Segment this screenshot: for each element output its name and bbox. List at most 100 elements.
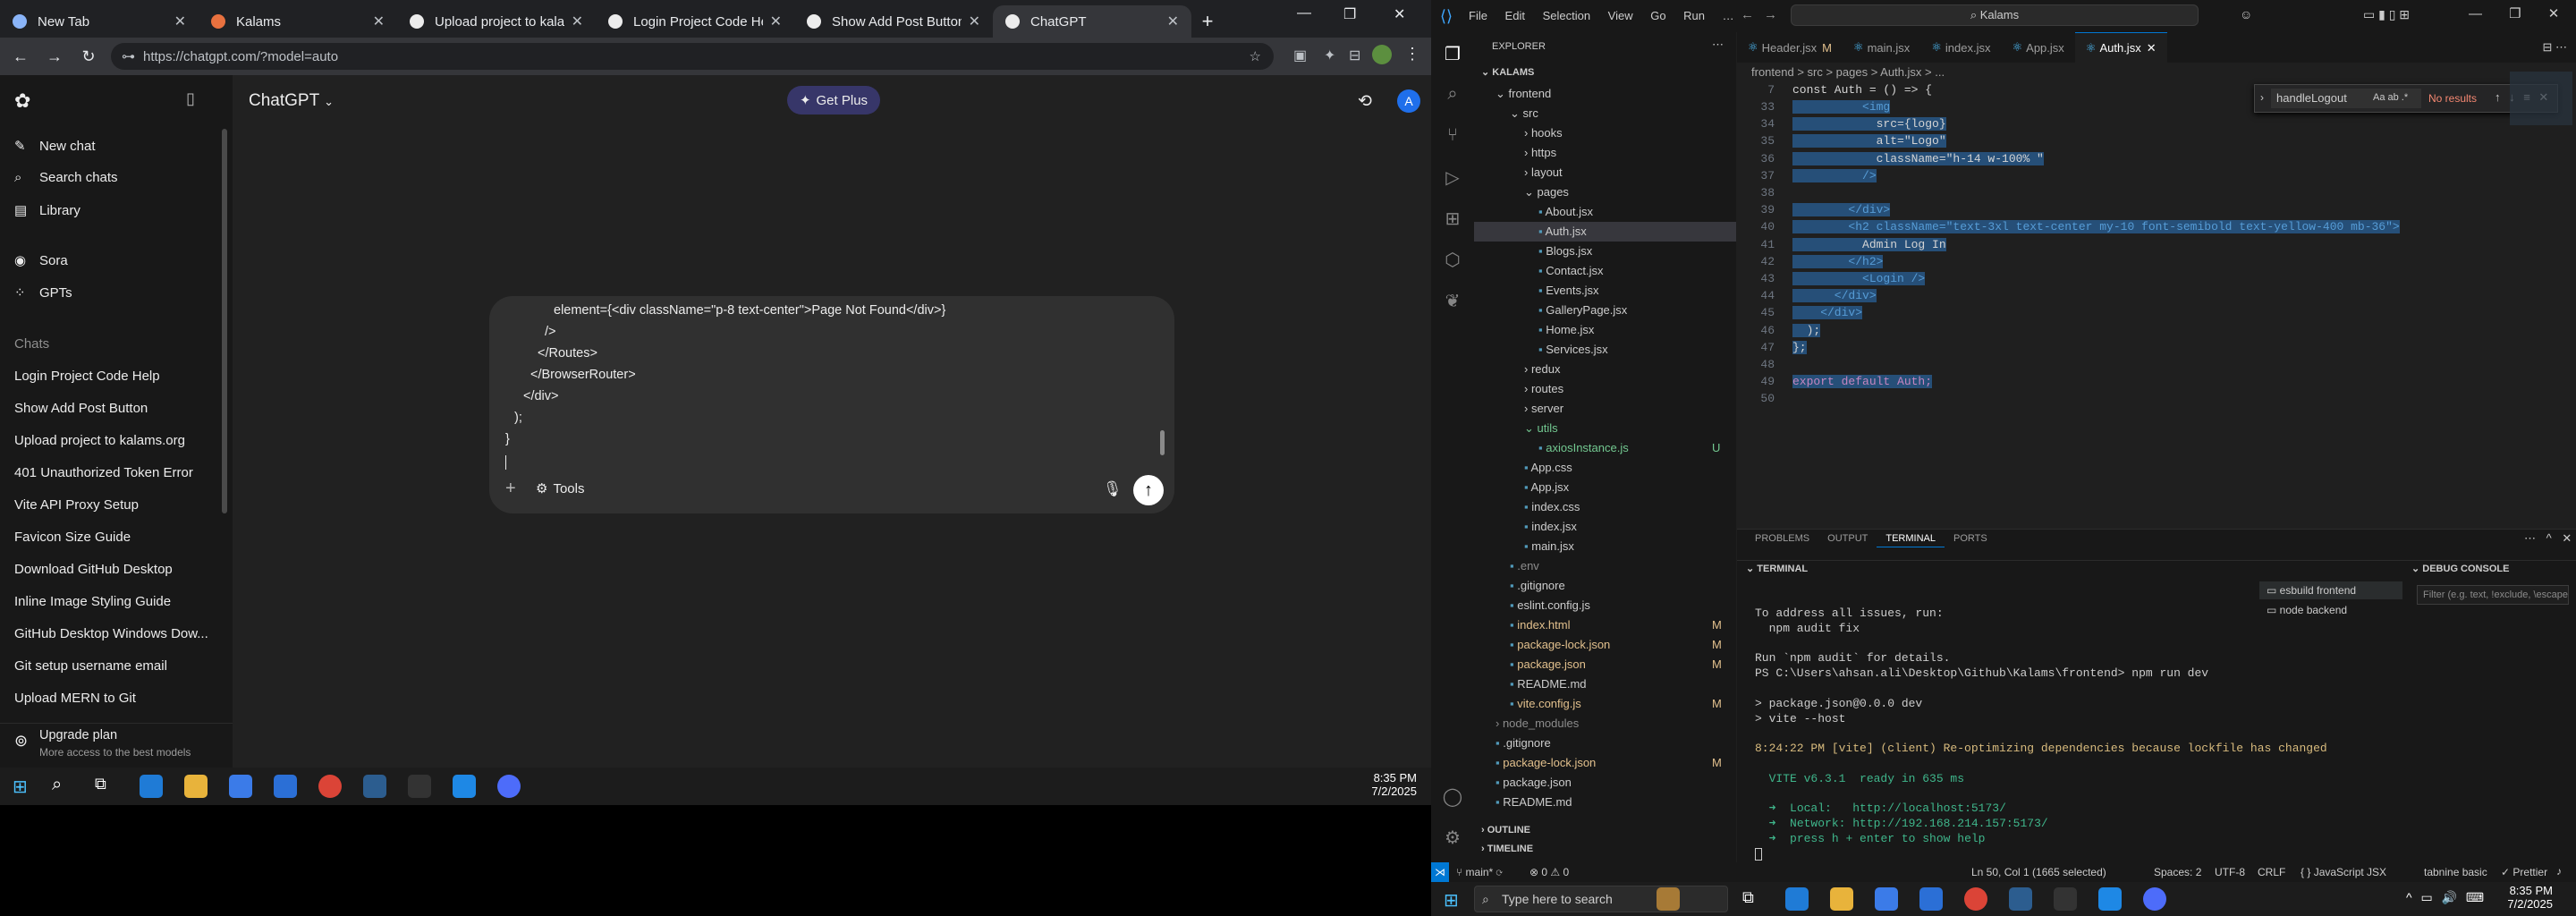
menu-kebab-icon[interactable]: ⋮	[1404, 45, 1420, 64]
language-mode[interactable]: { } JavaScript JSX	[2301, 866, 2386, 878]
close-icon[interactable]: ✕	[969, 13, 980, 30]
tree-item[interactable]: ⌄ pages	[1524, 185, 1569, 199]
library-button[interactable]: ▤ Library	[14, 202, 80, 219]
tree-item[interactable]: ⌄ src	[1510, 106, 1538, 121]
line-endings[interactable]: CRLF	[2258, 866, 2285, 878]
problems-count[interactable]: ⊗ 0 ⚠ 0	[1530, 866, 1569, 878]
mail-icon[interactable]	[274, 775, 297, 798]
tree-item[interactable]: ▪ .env	[1510, 559, 1539, 572]
chevron-right-icon[interactable]: ›	[2260, 91, 2264, 104]
terminal-icon[interactable]	[408, 775, 431, 798]
run-debug-icon[interactable]: ▷	[1442, 166, 1463, 188]
sidebar-scrollbar[interactable]	[222, 129, 227, 513]
tree-item[interactable]: ▪ README.md	[1496, 795, 1572, 809]
get-plus-button[interactable]: ✦ Get Plus	[787, 86, 880, 114]
account-avatar[interactable]: A	[1397, 89, 1420, 113]
send-button[interactable]: ↑	[1133, 475, 1164, 505]
tree-item[interactable]: ▪ About.jsx	[1538, 205, 1593, 218]
window-control-button[interactable]: —	[1297, 5, 1311, 21]
tree-item[interactable]: › redux	[1524, 362, 1560, 376]
site-info-icon[interactable]: ⊶	[122, 48, 135, 64]
chat-history-item[interactable]: Show Add Post Button	[14, 401, 148, 416]
find-options-icons[interactable]: Aa ab .*	[2373, 92, 2408, 103]
panel-tab[interactable]: TERMINAL	[1877, 530, 1945, 547]
reload-icon[interactable]: ↻	[75, 47, 102, 66]
timeline-section[interactable]: › TIMELINE	[1481, 844, 1533, 854]
breadcrumb[interactable]: frontend > src > pages > Auth.jsx > ...	[1751, 65, 1945, 79]
chat-history-item[interactable]: GitHub Desktop Windows Dow...	[14, 626, 208, 641]
panel-tab[interactable]: PORTS	[1945, 530, 1996, 547]
manage-gear-icon[interactable]: ⚙	[1442, 827, 1463, 848]
tree-item[interactable]: ▪ main.jsx	[1524, 539, 1574, 553]
chat-history-item[interactable]: Download GitHub Desktop	[14, 562, 173, 577]
remote-explorer-icon[interactable]: ⬡	[1442, 249, 1463, 270]
search-icon[interactable]: ⌕	[1442, 84, 1463, 106]
tree-item[interactable]: ▪ package.json	[1496, 776, 1572, 789]
github-desktop-icon[interactable]	[363, 775, 386, 798]
tree-item[interactable]: ▪ index.css	[1524, 500, 1580, 513]
microphone-icon[interactable]: 🎙	[1103, 480, 1123, 498]
extensions-icon[interactable]: ⊞	[1442, 208, 1463, 229]
url-input[interactable]: ⊶ https://chatgpt.com/?model=auto ☆	[111, 43, 1274, 70]
temporary-chat-icon[interactable]: ⟲	[1358, 91, 1372, 112]
nav-forward-icon[interactable]: →	[1764, 7, 1777, 22]
browser-tab[interactable]: Upload project to kalams.org ✕	[397, 5, 596, 38]
editor-tab[interactable]: ⚛ main.jsx	[1843, 32, 1920, 63]
tree-item[interactable]: ▪ eslint.config.js	[1510, 598, 1590, 612]
store-icon[interactable]	[229, 775, 252, 798]
prettier-status[interactable]: ✓ Prettier	[2501, 866, 2547, 878]
tools-button[interactable]: ⚙ Tools	[536, 480, 584, 496]
more-actions-icon[interactable]: ⋯	[1712, 38, 1724, 52]
profile-avatar[interactable]	[1372, 45, 1392, 64]
editor-tab[interactable]: ⚛ App.jsx	[2002, 32, 2075, 63]
chat-history-item[interactable]: Login Project Code Help	[14, 369, 160, 384]
vscode-icon[interactable]	[2098, 887, 2122, 911]
source-control-icon[interactable]: ⑂	[1442, 125, 1463, 147]
github-desktop-icon[interactable]	[2009, 887, 2032, 911]
file-explorer-icon[interactable]	[184, 775, 208, 798]
notifications-bell-icon[interactable]: ♪	[2556, 865, 2562, 878]
store-icon[interactable]	[1875, 887, 1898, 911]
search-icon[interactable]: ⌕	[52, 775, 62, 795]
chrome-icon[interactable]	[318, 775, 342, 798]
close-icon[interactable]: ✕	[2147, 41, 2157, 55]
sora-button[interactable]: ◉ Sora	[14, 252, 68, 269]
toggle-sidebar-icon[interactable]: ▯	[186, 89, 195, 108]
tree-item[interactable]: ▪ GalleryPage.jsx	[1538, 303, 1627, 317]
task-view-icon[interactable]: ⧉	[1742, 888, 1754, 907]
back-icon[interactable]: ←	[7, 47, 34, 66]
menu-bar[interactable]: File Edit Selection View Go Run …	[1469, 9, 1734, 22]
tree-item[interactable]: ▪ .gitignore	[1496, 736, 1551, 750]
windows-start-icon[interactable]: ⊞	[13, 776, 28, 798]
mail-icon[interactable]	[1919, 887, 1943, 911]
zoom-icon[interactable]	[2143, 887, 2166, 911]
tree-item[interactable]: ▪ Blogs.jsx	[1538, 244, 1592, 258]
tree-item[interactable]: ▪ index.html	[1510, 618, 1570, 632]
tree-item[interactable]: › server	[1524, 402, 1563, 415]
composer-scrollbar[interactable]	[1160, 430, 1165, 455]
chat-history-item[interactable]: Git setup username email	[14, 658, 167, 674]
tree-item[interactable]: ▪ Services.jsx	[1538, 343, 1608, 356]
file-explorer-icon[interactable]	[1830, 887, 1853, 911]
split-editor-icon[interactable]: ⊟ ⋯	[2542, 40, 2567, 55]
windows-start-icon[interactable]: ⊞	[1444, 889, 1459, 912]
close-icon[interactable]: ✕	[174, 13, 186, 30]
command-center-search[interactable]: ⌕ Kalams	[1791, 4, 2199, 26]
layout-icons[interactable]: ▭ ▮ ▯ ⊞	[2363, 7, 2410, 22]
panel-tab[interactable]: OUTPUT	[1818, 530, 1877, 547]
tree-item[interactable]: ▪ axiosInstance.js	[1538, 441, 1629, 454]
browser-tab[interactable]: Show Add Post Button ✕	[794, 5, 993, 38]
outline-section[interactable]: › OUTLINE	[1481, 825, 1530, 835]
upgrade-plan-button[interactable]: Upgrade plan	[39, 728, 117, 742]
browser-tab[interactable]: Login Project Code Help ✕	[596, 5, 794, 38]
git-branch[interactable]: ⑂ main* ⟳	[1456, 866, 1503, 878]
close-icon[interactable]: ✕	[770, 13, 782, 30]
zoom-icon[interactable]	[497, 775, 521, 798]
editor-tab[interactable]: ⚛ Auth.jsx ✕	[2074, 32, 2167, 63]
tree-item[interactable]: ▪ index.jsx	[1524, 520, 1577, 533]
composer[interactable]: element={<div className="p-8 text-center…	[489, 296, 1174, 513]
tree-item[interactable]: › https	[1524, 146, 1556, 159]
chat-history-item[interactable]: Favicon Size Guide	[14, 530, 131, 545]
nav-back-icon[interactable]: ←	[1741, 7, 1754, 22]
window-control-button[interactable]: ✕	[1394, 5, 1405, 23]
